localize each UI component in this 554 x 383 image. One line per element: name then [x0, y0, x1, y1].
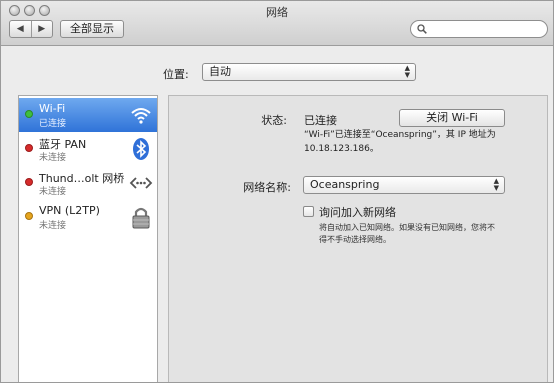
status-description-line: “Wi-Fi”已连接至“Oceanspring”，其 IP 地址为: [304, 130, 496, 140]
popup-arrows-icon: ▲ ▼: [404, 64, 410, 79]
service-list: Wi-Fi 已连接 蓝牙 PAN 未连接 Thund…olt 网桥 未连接 VP…: [18, 95, 158, 382]
status-dot-yellow: [25, 212, 33, 220]
window-title: 网络: [266, 6, 288, 19]
service-item-wifi[interactable]: Wi-Fi 已连接: [19, 98, 157, 132]
forward-arrow-icon: ▶: [38, 24, 46, 34]
turn-off-wifi-button[interactable]: 关闭 Wi-Fi: [399, 109, 505, 127]
status-value: 已连接: [304, 114, 337, 127]
ask-join-description-line: 将自动加入已知网络。如果没有已知网络，您将不: [319, 223, 495, 232]
service-name: Wi-Fi: [39, 102, 66, 115]
toolbar: 网络 ◀ ▶ 全部显示: [1, 1, 553, 46]
ask-join-description: 将自动加入已知网络。如果没有已知网络，您将不 得不手动选择网络。: [319, 222, 495, 246]
ask-join-description-line: 得不手动选择网络。: [319, 235, 391, 244]
ask-join-label[interactable]: 询问加入新网络: [319, 204, 396, 220]
status-dot-green: [25, 110, 33, 118]
bluetooth-icon: [133, 138, 149, 160]
search-field[interactable]: [410, 20, 548, 38]
service-status: 未连接: [39, 153, 67, 163]
service-status: 已连接: [39, 119, 67, 129]
status-description-line: 10.18.123.186。: [304, 144, 379, 154]
service-status: 未连接: [39, 187, 67, 197]
forward-button[interactable]: ▶: [30, 21, 53, 37]
search-icon: [417, 24, 427, 34]
network-name-label: 网络名称:: [243, 181, 291, 194]
back-forward-group: ◀ ▶: [9, 20, 53, 38]
status-description: “Wi-Fi”已连接至“Oceanspring”，其 IP 地址为 10.18.…: [304, 128, 496, 156]
search-input[interactable]: [430, 22, 540, 36]
popup-arrows-icon: ▲ ▼: [493, 177, 499, 192]
detail-panel: 状态: 已连接 关闭 Wi-Fi “Wi-Fi”已连接至“Oceanspring…: [168, 95, 548, 382]
service-name: VPN (L2TP): [39, 204, 100, 217]
service-item-vpn[interactable]: VPN (L2TP) 未连接: [19, 200, 157, 234]
service-status: 未连接: [39, 221, 67, 231]
location-popup[interactable]: 自动 ▲ ▼: [202, 63, 416, 81]
show-all-button[interactable]: 全部显示: [60, 20, 124, 38]
status-dot-red: [25, 144, 33, 152]
location-label: 位置:: [163, 68, 189, 81]
service-item-thunderbolt-bridge[interactable]: Thund…olt 网桥 未连接: [19, 166, 157, 200]
status-label: 状态:: [261, 114, 287, 127]
lock-icon: [132, 207, 150, 229]
network-name-value: Oceanspring: [310, 178, 380, 191]
back-arrow-icon: ◀: [16, 24, 24, 34]
wifi-icon: [131, 108, 151, 124]
back-button[interactable]: ◀: [10, 21, 31, 37]
service-item-bluetooth-pan[interactable]: 蓝牙 PAN 未连接: [19, 132, 157, 166]
status-dot-red: [25, 178, 33, 186]
network-name-popup[interactable]: Oceanspring ▲ ▼: [303, 176, 505, 194]
network-preferences-window: 网络 ◀ ▶ 全部显示 位置: 自动 ▲ ▼ Wi-Fi 已连接 蓝牙 PAN …: [0, 0, 554, 383]
location-value: 自动: [209, 65, 231, 78]
thunderbolt-bridge-icon: [129, 177, 153, 189]
ask-join-checkbox[interactable]: [303, 206, 314, 217]
